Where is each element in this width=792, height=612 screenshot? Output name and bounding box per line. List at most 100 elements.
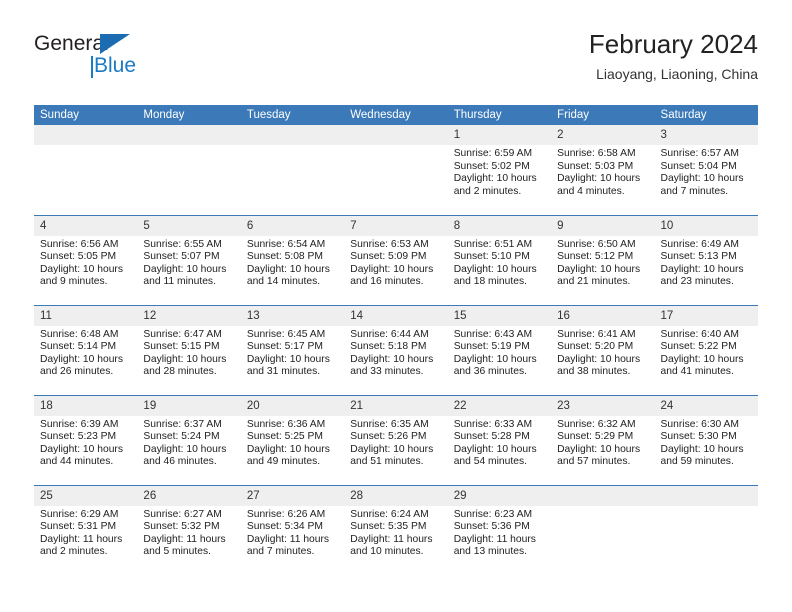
calendar-day-cell-empty xyxy=(34,125,138,215)
calendar-day-cell[interactable]: 17 Sunrise: 6:40 AM Sunset: 5:22 PM Dayligh… xyxy=(654,304,758,395)
day-details: Sunrise: 6:48 AM Sunset: 5:14 PM Daylight:… xyxy=(34,326,137,379)
sunset-time: Sunset: 5:30 PM xyxy=(660,431,737,443)
calendar-day-cell[interactable]: 11 Sunrise: 6:48 AM Sunset: 5:14 PM Dayligh… xyxy=(34,304,138,395)
day-number: 8 xyxy=(447,215,552,236)
calendar-day-cell[interactable]: 23 Sunrise: 6:32 AM Sunset: 5:29 PM Dayligh… xyxy=(551,394,655,485)
weekday-header-thursday: Thursday xyxy=(447,105,552,125)
calendar-day-cell[interactable]: 19 Sunrise: 6:37 AM Sunset: 5:24 PM Dayligh… xyxy=(137,394,241,485)
day-number: 26 xyxy=(137,485,241,506)
weekday-header-monday: Monday xyxy=(137,105,241,125)
logo-text-general: General xyxy=(34,32,109,55)
calendar-day-cell[interactable]: 13 Sunrise: 6:45 AM Sunset: 5:17 PM Dayligh… xyxy=(240,304,345,395)
day-details: Sunrise: 6:36 AM Sunset: 5:25 PM Daylight:… xyxy=(241,416,344,469)
calendar-day-cell[interactable]: 5 Sunrise: 6:55 AM Sunset: 5:07 PM Daylight… xyxy=(137,214,241,305)
calendar-day-cell[interactable]: 15 Sunrise: 6:43 AM Sunset: 5:19 PM Dayligh… xyxy=(447,304,552,395)
calendar-day-cell[interactable]: 7 Sunrise: 6:53 AM Sunset: 5:09 PM Daylight… xyxy=(344,214,448,305)
sunset-time: Sunset: 5:34 PM xyxy=(246,521,323,533)
day-details: Sunrise: 6:51 AM Sunset: 5:10 PM Daylight:… xyxy=(448,236,551,289)
daylight-duration: Daylight: 10 hours and 14 minutes. xyxy=(246,263,330,288)
calendar-day-cell[interactable]: 4 Sunrise: 6:56 AM Sunset: 5:05 PM Daylight… xyxy=(34,214,138,305)
day-details: Sunrise: 6:45 AM Sunset: 5:17 PM Daylight:… xyxy=(241,326,344,379)
day-number: 20 xyxy=(240,395,345,416)
day-details: Sunrise: 6:24 AM Sunset: 5:35 PM Daylight:… xyxy=(344,506,447,559)
sunset-time: Sunset: 5:31 PM xyxy=(40,521,117,533)
day-number: 9 xyxy=(551,215,655,236)
daylight-duration: Daylight: 10 hours and 9 minutes. xyxy=(40,263,123,288)
sunset-time: Sunset: 5:20 PM xyxy=(557,341,634,353)
daylight-duration: Daylight: 11 hours and 2 minutes. xyxy=(40,533,123,558)
calendar-day-cell[interactable]: 10 Sunrise: 6:49 AM Sunset: 5:13 PM Dayligh… xyxy=(654,214,758,305)
calendar-day-cell[interactable]: 18 Sunrise: 6:39 AM Sunset: 5:23 PM Dayligh… xyxy=(34,394,138,485)
weekday-header-tuesday: Tuesday xyxy=(240,105,345,125)
day-number: 19 xyxy=(137,395,241,416)
calendar-week-row: 1 Sunrise: 6:59 AM Sunset: 5:02 PM Daylight… xyxy=(34,125,758,215)
day-details: Sunrise: 6:27 AM Sunset: 5:32 PM Daylight:… xyxy=(137,506,240,559)
day-number xyxy=(240,125,345,145)
weekday-header-saturday: Saturday xyxy=(654,105,758,125)
day-number: 28 xyxy=(344,485,448,506)
sunrise-time: Sunrise: 6:45 AM xyxy=(246,328,326,340)
calendar-day-cell[interactable]: 16 Sunrise: 6:41 AM Sunset: 5:20 PM Dayligh… xyxy=(551,304,655,395)
sunset-time: Sunset: 5:17 PM xyxy=(246,341,323,353)
day-details: Sunrise: 6:26 AM Sunset: 5:34 PM Daylight:… xyxy=(241,506,344,559)
day-number xyxy=(551,485,655,506)
calendar-day-cell[interactable]: 21 Sunrise: 6:35 AM Sunset: 5:26 PM Dayligh… xyxy=(344,394,448,485)
calendar-day-cell[interactable]: 24 Sunrise: 6:30 AM Sunset: 5:30 PM Dayligh… xyxy=(654,394,758,485)
day-details: Sunrise: 6:30 AM Sunset: 5:30 PM Daylight:… xyxy=(655,416,758,469)
daylight-duration: Daylight: 10 hours and 4 minutes. xyxy=(557,173,641,197)
day-number: 17 xyxy=(654,305,758,326)
day-number: 16 xyxy=(551,305,655,326)
calendar-day-cell[interactable]: 28 Sunrise: 6:24 AM Sunset: 5:35 PM Dayligh… xyxy=(344,484,448,575)
daylight-duration: Daylight: 10 hours and 7 minutes. xyxy=(660,173,744,197)
sunrise-time: Sunrise: 6:23 AM xyxy=(453,508,533,520)
sunrise-time: Sunrise: 6:41 AM xyxy=(557,328,636,340)
sunrise-time: Sunrise: 6:54 AM xyxy=(246,238,326,250)
day-details: Sunrise: 6:23 AM Sunset: 5:36 PM Daylight:… xyxy=(448,506,551,559)
calendar-day-cell[interactable]: 12 Sunrise: 6:47 AM Sunset: 5:15 PM Dayligh… xyxy=(137,304,241,395)
calendar-day-cell[interactable]: 20 Sunrise: 6:36 AM Sunset: 5:25 PM Dayligh… xyxy=(240,394,345,485)
day-number: 12 xyxy=(137,305,241,326)
sunrise-sunset-calendar-table: Sunday Monday Tuesday Wednesday Thursday… xyxy=(34,105,758,575)
weekday-header-sunday: Sunday xyxy=(34,105,138,125)
sunset-time: Sunset: 5:35 PM xyxy=(350,521,427,533)
daylight-duration: Daylight: 10 hours and 59 minutes. xyxy=(660,443,744,468)
day-details: Sunrise: 6:35 AM Sunset: 5:26 PM Daylight:… xyxy=(344,416,447,469)
calendar-body: 1 Sunrise: 6:59 AM Sunset: 5:02 PM Daylight… xyxy=(34,125,758,575)
daylight-duration: Daylight: 10 hours and 16 minutes. xyxy=(350,263,434,288)
day-number: 14 xyxy=(344,305,448,326)
sunset-time: Sunset: 5:04 PM xyxy=(660,160,737,172)
calendar-page: General Blue February 2024 Liaoyang, Lia… xyxy=(0,0,792,612)
sunset-time: Sunset: 5:15 PM xyxy=(143,341,220,353)
sunrise-time: Sunrise: 6:48 AM xyxy=(40,328,119,340)
sunset-time: Sunset: 5:25 PM xyxy=(246,431,323,443)
day-details: Sunrise: 6:54 AM Sunset: 5:08 PM Daylight:… xyxy=(241,236,344,289)
calendar-day-cell[interactable]: 1 Sunrise: 6:59 AM Sunset: 5:02 PM Daylight… xyxy=(447,125,552,215)
calendar-day-cell[interactable]: 27 Sunrise: 6:26 AM Sunset: 5:34 PM Dayligh… xyxy=(240,484,345,575)
day-details: Sunrise: 6:39 AM Sunset: 5:23 PM Daylight:… xyxy=(34,416,137,469)
page-header: General Blue February 2024 Liaoyang, Lia… xyxy=(34,28,758,98)
day-details: Sunrise: 6:37 AM Sunset: 5:24 PM Daylight:… xyxy=(137,416,240,469)
calendar-day-cell[interactable]: 2 Sunrise: 6:58 AM Sunset: 5:03 PM Daylight… xyxy=(551,125,655,215)
calendar-day-cell[interactable]: 26 Sunrise: 6:27 AM Sunset: 5:32 PM Dayligh… xyxy=(137,484,241,575)
calendar-day-cell[interactable]: 22 Sunrise: 6:33 AM Sunset: 5:28 PM Dayligh… xyxy=(447,394,552,485)
sunrise-time: Sunrise: 6:53 AM xyxy=(350,238,429,250)
day-number: 4 xyxy=(34,215,138,236)
general-blue-logo[interactable]: General Blue xyxy=(34,32,234,88)
day-details: Sunrise: 6:49 AM Sunset: 5:13 PM Daylight:… xyxy=(655,236,758,289)
calendar-day-cell[interactable]: 8 Sunrise: 6:51 AM Sunset: 5:10 PM Daylight… xyxy=(447,214,552,305)
day-number: 23 xyxy=(551,395,655,416)
daylight-duration: Daylight: 11 hours and 5 minutes. xyxy=(143,533,226,558)
calendar-day-cell[interactable]: 9 Sunrise: 6:50 AM Sunset: 5:12 PM Daylight… xyxy=(551,214,655,305)
calendar-day-cell-empty xyxy=(654,484,758,575)
calendar-day-cell[interactable]: 3 Sunrise: 6:57 AM Sunset: 5:04 PM Daylight… xyxy=(654,125,758,215)
sunset-time: Sunset: 5:36 PM xyxy=(453,521,530,533)
calendar-day-cell[interactable]: 25 Sunrise: 6:29 AM Sunset: 5:31 PM Dayligh… xyxy=(34,484,138,575)
calendar-day-cell[interactable]: 29 Sunrise: 6:23 AM Sunset: 5:36 PM Dayligh… xyxy=(447,484,552,575)
sunset-time: Sunset: 5:24 PM xyxy=(143,431,220,443)
page-title: February 2024 xyxy=(588,29,758,59)
calendar-day-cell[interactable]: 6 Sunrise: 6:54 AM Sunset: 5:08 PM Daylight… xyxy=(240,214,345,305)
daylight-duration: Daylight: 10 hours and 26 minutes. xyxy=(40,353,123,378)
sunset-time: Sunset: 5:18 PM xyxy=(350,341,427,353)
calendar-day-cell[interactable]: 14 Sunrise: 6:44 AM Sunset: 5:18 PM Dayligh… xyxy=(344,304,448,395)
sunrise-time: Sunrise: 6:47 AM xyxy=(143,328,222,340)
